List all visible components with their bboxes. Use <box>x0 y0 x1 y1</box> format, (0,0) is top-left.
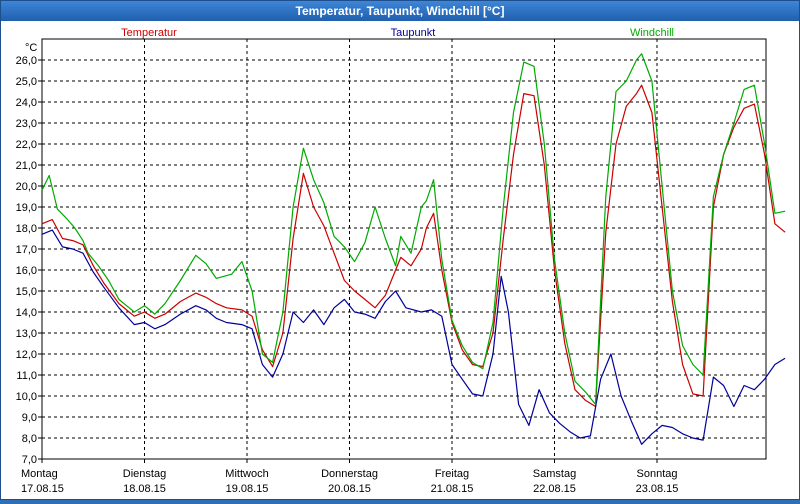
y-tick-label: 22,0 <box>16 139 37 151</box>
chart-area: Temperatur Taupunkt Windchill 7,0 8,0 9,0 10,… <box>1 21 799 499</box>
x-day-label: Dienstag <box>123 468 166 480</box>
x-date-label: 18.08.15 <box>123 483 166 495</box>
legend-label-windchill: Windchill <box>630 27 674 39</box>
y-tick-label: 25,0 <box>16 76 37 88</box>
x-day-label: Donnerstag <box>321 468 378 480</box>
y-tick-label: 13,0 <box>16 328 37 340</box>
x-date-label: 20.08.15 <box>328 483 371 495</box>
x-date-label: 17.08.15 <box>21 483 64 495</box>
y-tick-label: 21,0 <box>16 160 37 172</box>
x-day-label: Sonntag <box>637 468 678 480</box>
y-tick-label: 12,0 <box>16 349 37 361</box>
y-tick-label: 7,0 <box>22 454 37 466</box>
y-tick-label: 18,0 <box>16 223 37 235</box>
y-tick-label: 9,0 <box>22 412 37 424</box>
y-tick-label: 8,0 <box>22 433 37 445</box>
y-tick-label: 19,0 <box>16 202 37 214</box>
series-line-windchill <box>41 53 786 405</box>
y-tick-label: 23,0 <box>16 118 37 130</box>
x-day-label: Montag <box>21 468 58 480</box>
chart-legend: Temperatur Taupunkt Windchill <box>121 27 674 39</box>
x-date-label: 19.08.15 <box>226 483 269 495</box>
x-day-label: Samstag <box>533 468 576 480</box>
y-axis-unit: °C <box>25 42 37 54</box>
temperature-chart: Temperatur Taupunkt Windchill 7,0 8,0 9,0 10,… <box>16 27 786 495</box>
x-date-label: 22.08.15 <box>533 483 576 495</box>
chart-grid <box>42 39 766 459</box>
y-tick-label: 10,0 <box>16 391 37 403</box>
y-tick-label: 11,0 <box>16 370 37 382</box>
y-tick-label: 16,0 <box>16 265 37 277</box>
y-tick-label: 14,0 <box>16 307 37 319</box>
window-title: Temperatur, Taupunkt, Windchill [°C] <box>1 1 799 21</box>
chart-labels: 7,0 8,0 9,0 10,0 11,0 12,0 13,0 14,0 15,0 16,0 17,… <box>16 42 679 495</box>
y-tick-label: 24,0 <box>16 97 37 109</box>
x-date-label: 23.08.15 <box>636 483 679 495</box>
y-tick-label: 26,0 <box>16 55 37 67</box>
x-date-label: 21.08.15 <box>431 483 474 495</box>
y-tick-label: 20,0 <box>16 181 37 193</box>
y-tick-label: 15,0 <box>16 286 37 298</box>
chart-window: Temperatur, Taupunkt, Windchill [°C] Tem… <box>0 0 800 500</box>
y-tick-label: 17,0 <box>16 244 37 256</box>
x-day-label: Mittwoch <box>225 468 268 480</box>
legend-label-taupunkt: Taupunkt <box>391 27 436 39</box>
x-day-label: Freitag <box>435 468 469 480</box>
series-line-temperatur <box>41 84 786 408</box>
legend-label-temperatur: Temperatur <box>121 27 177 39</box>
